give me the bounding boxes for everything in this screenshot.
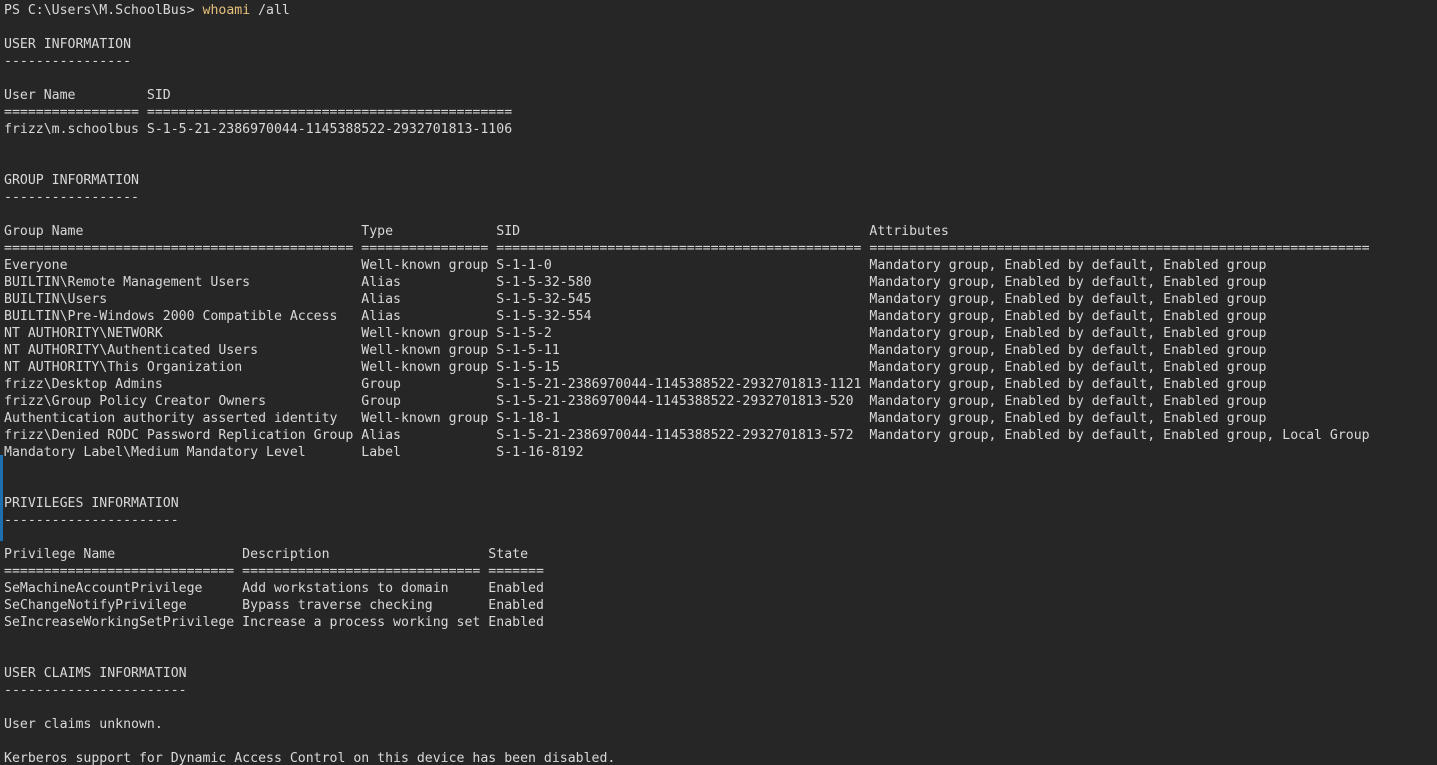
- group-row: frizz\Denied RODC Password Replication G…: [4, 428, 1370, 443]
- privileges-info-heading: PRIVILEGES INFORMATION: [4, 496, 179, 511]
- user-info-heading: USER INFORMATION: [4, 37, 132, 52]
- group-row: NT AUTHORITY\NETWORK Well-known group S-…: [4, 326, 1267, 341]
- user-info-columns: User Name SID: [4, 88, 171, 103]
- group-info-heading: GROUP INFORMATION: [4, 173, 139, 188]
- privileges-info-separator: ============================= ==========…: [4, 564, 544, 579]
- claims-message: User claims unknown.: [4, 717, 163, 732]
- terminal-output[interactable]: PS C:\Users\M.SchoolBus> whoami /all USE…: [4, 0, 1437, 765]
- user-info-row: frizz\m.schoolbus S-1-5-21-2386970044-11…: [4, 122, 513, 137]
- group-row: NT AUTHORITY\This Organization Well-know…: [4, 360, 1267, 375]
- group-row: BUILTIN\Remote Management Users Alias S-…: [4, 275, 1267, 290]
- group-row: BUILTIN\Pre-Windows 2000 Compatible Acce…: [4, 309, 1267, 324]
- privilege-row: SeChangeNotifyPrivilege Bypass traverse …: [4, 598, 544, 613]
- group-row: Mandatory Label\Medium Mandatory Level L…: [4, 445, 584, 460]
- user-info-separator: ================= ======================…: [4, 105, 513, 120]
- group-row: Authentication authority asserted identi…: [4, 411, 1267, 426]
- user-info-underline: ----------------: [4, 54, 132, 69]
- group-info-columns: Group Name Type SID Attributes: [4, 224, 949, 239]
- command-args: /all: [250, 3, 290, 18]
- command-name: whoami: [202, 3, 251, 18]
- group-row: BUILTIN\Users Alias S-1-5-32-545 Mandato…: [4, 292, 1267, 307]
- group-info-separator: ========================================…: [4, 241, 1370, 256]
- prompt-path: PS C:\Users\M.SchoolBus>: [4, 3, 203, 18]
- privileges-info-columns: Privilege Name Description State: [4, 547, 529, 562]
- kerberos-message: Kerberos support for Dynamic Access Cont…: [4, 751, 616, 765]
- group-row: frizz\Group Policy Creator Owners Group …: [4, 394, 1267, 409]
- scroll-position-marker: [0, 455, 3, 541]
- privilege-row: SeMachineAccountPrivilege Add workstatio…: [4, 581, 544, 596]
- prompt-line: PS C:\Users\M.SchoolBus> whoami /all: [4, 2, 290, 19]
- claims-info-heading: USER CLAIMS INFORMATION: [4, 666, 187, 681]
- group-row: Everyone Well-known group S-1-1-0 Mandat…: [4, 258, 1267, 273]
- privileges-info-underline: ----------------------: [4, 513, 179, 528]
- group-info-underline: -----------------: [4, 190, 139, 205]
- group-row: NT AUTHORITY\Authenticated Users Well-kn…: [4, 343, 1267, 358]
- group-row: frizz\Desktop Admins Group S-1-5-21-2386…: [4, 377, 1267, 392]
- claims-info-underline: -----------------------: [4, 683, 187, 698]
- privilege-row: SeIncreaseWorkingSetPrivilege Increase a…: [4, 615, 544, 630]
